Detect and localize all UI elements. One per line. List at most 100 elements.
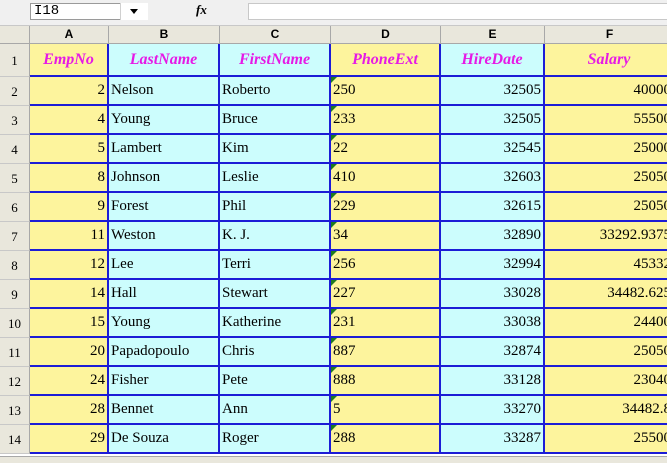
cell-phoneext[interactable]: 888 bbox=[331, 367, 441, 396]
cell-phoneext[interactable]: 5 bbox=[331, 396, 441, 425]
cell-firstname[interactable]: K. J. bbox=[220, 222, 331, 251]
cell-firstname[interactable]: Stewart bbox=[220, 280, 331, 309]
cell-hiredate[interactable]: 32505 bbox=[441, 77, 545, 106]
cell-salary[interactable]: 25000 bbox=[545, 135, 667, 164]
row-header[interactable]: 12 bbox=[0, 367, 30, 396]
cell-hiredate[interactable]: 32615 bbox=[441, 193, 545, 222]
cell-firstname[interactable]: Phil bbox=[220, 193, 331, 222]
cell-empno[interactable]: 28 bbox=[30, 396, 109, 425]
column-header-d[interactable]: D bbox=[331, 26, 441, 44]
header-cell-empno[interactable]: EmpNo bbox=[30, 44, 109, 77]
cell-hiredate[interactable]: 33028 bbox=[441, 280, 545, 309]
cell-lastname[interactable]: Fisher bbox=[109, 367, 220, 396]
cell-empno[interactable]: 29 bbox=[30, 425, 109, 454]
cell-phoneext[interactable]: 229 bbox=[331, 193, 441, 222]
column-header-c[interactable]: C bbox=[220, 26, 331, 44]
cell-salary[interactable]: 45332 bbox=[545, 251, 667, 280]
row-header[interactable]: 5 bbox=[0, 164, 30, 193]
row-header[interactable]: 14 bbox=[0, 425, 30, 454]
cell-empno[interactable]: 2 bbox=[30, 77, 109, 106]
cell-salary[interactable]: 34482.625 bbox=[545, 280, 667, 309]
row-header[interactable]: 6 bbox=[0, 193, 30, 222]
cell-empno[interactable]: 5 bbox=[30, 135, 109, 164]
cell-salary[interactable]: 25050 bbox=[545, 193, 667, 222]
column-header-b[interactable]: B bbox=[109, 26, 220, 44]
cell-phoneext[interactable]: 250 bbox=[331, 77, 441, 106]
cell-firstname[interactable]: Chris bbox=[220, 338, 331, 367]
cell-salary[interactable]: 40000 bbox=[545, 77, 667, 106]
cell-salary[interactable]: 25050 bbox=[545, 338, 667, 367]
cell-lastname[interactable]: Papadopoulo bbox=[109, 338, 220, 367]
cell-lastname[interactable]: Johnson bbox=[109, 164, 220, 193]
cell-phoneext[interactable]: 231 bbox=[331, 309, 441, 338]
header-cell-salary[interactable]: Salary bbox=[545, 44, 667, 77]
cell-salary[interactable]: 33292.9375 bbox=[545, 222, 667, 251]
header-cell-hiredate[interactable]: HireDate bbox=[441, 44, 545, 77]
cell-lastname[interactable]: Young bbox=[109, 106, 220, 135]
cell-empno[interactable]: 9 bbox=[30, 193, 109, 222]
cell-lastname[interactable]: Bennet bbox=[109, 396, 220, 425]
cell-phoneext[interactable]: 288 bbox=[331, 425, 441, 454]
cell-phoneext[interactable]: 887 bbox=[331, 338, 441, 367]
name-box-dropdown[interactable] bbox=[120, 3, 148, 20]
cell-hiredate[interactable]: 33287 bbox=[441, 425, 545, 454]
cell-phoneext[interactable]: 227 bbox=[331, 280, 441, 309]
cell-hiredate[interactable]: 33270 bbox=[441, 396, 545, 425]
cell-salary[interactable]: 25500 bbox=[545, 425, 667, 454]
cell-hiredate[interactable]: 32505 bbox=[441, 106, 545, 135]
cell-hiredate[interactable]: 32874 bbox=[441, 338, 545, 367]
cell-empno[interactable]: 15 bbox=[30, 309, 109, 338]
column-header-a[interactable]: A bbox=[30, 26, 109, 44]
cell-lastname[interactable]: Young bbox=[109, 309, 220, 338]
cell-phoneext[interactable]: 34 bbox=[331, 222, 441, 251]
cell-empno[interactable]: 24 bbox=[30, 367, 109, 396]
cell-hiredate[interactable]: 33038 bbox=[441, 309, 545, 338]
column-header-f[interactable]: F bbox=[545, 26, 667, 44]
cell-firstname[interactable]: Bruce bbox=[220, 106, 331, 135]
cell-hiredate[interactable]: 32890 bbox=[441, 222, 545, 251]
cell-hiredate[interactable]: 32603 bbox=[441, 164, 545, 193]
cell-salary[interactable]: 24400 bbox=[545, 309, 667, 338]
cell-lastname[interactable]: Forest bbox=[109, 193, 220, 222]
header-cell-firstname[interactable]: FirstName bbox=[220, 44, 331, 77]
row-header[interactable]: 1 bbox=[0, 44, 30, 77]
cell-salary[interactable]: 34482.8 bbox=[545, 396, 667, 425]
header-cell-lastname[interactable]: LastName bbox=[109, 44, 220, 77]
row-header[interactable]: 7 bbox=[0, 222, 30, 251]
column-header-e[interactable]: E bbox=[441, 26, 545, 44]
row-header[interactable]: 2 bbox=[0, 77, 30, 106]
cell-empno[interactable]: 20 bbox=[30, 338, 109, 367]
cell-phoneext[interactable]: 233 bbox=[331, 106, 441, 135]
cell-lastname[interactable]: De Souza bbox=[109, 425, 220, 454]
cell-lastname[interactable]: Weston bbox=[109, 222, 220, 251]
cell-hiredate[interactable]: 33128 bbox=[441, 367, 545, 396]
row-header[interactable]: 11 bbox=[0, 338, 30, 367]
cell-lastname[interactable]: Nelson bbox=[109, 77, 220, 106]
cell-hiredate[interactable]: 32545 bbox=[441, 135, 545, 164]
row-header[interactable]: 9 bbox=[0, 280, 30, 309]
cell-empno[interactable]: 4 bbox=[30, 106, 109, 135]
cell-firstname[interactable]: Roberto bbox=[220, 77, 331, 106]
cell-lastname[interactable]: Lee bbox=[109, 251, 220, 280]
cell-phoneext[interactable]: 22 bbox=[331, 135, 441, 164]
cell-hiredate[interactable]: 32994 bbox=[441, 251, 545, 280]
cell-phoneext[interactable]: 410 bbox=[331, 164, 441, 193]
cell-firstname[interactable]: Ann bbox=[220, 396, 331, 425]
cell-firstname[interactable]: Kim bbox=[220, 135, 331, 164]
cell-firstname[interactable]: Terri bbox=[220, 251, 331, 280]
cell-empno[interactable]: 12 bbox=[30, 251, 109, 280]
cell-firstname[interactable]: Katherine bbox=[220, 309, 331, 338]
formula-input[interactable] bbox=[248, 3, 667, 20]
cell-empno[interactable]: 8 bbox=[30, 164, 109, 193]
cell-lastname[interactable]: Lambert bbox=[109, 135, 220, 164]
row-header[interactable]: 10 bbox=[0, 309, 30, 338]
row-header[interactable]: 8 bbox=[0, 251, 30, 280]
cell-salary[interactable]: 25050 bbox=[545, 164, 667, 193]
cell-salary[interactable]: 55500 bbox=[545, 106, 667, 135]
cell-firstname[interactable]: Roger bbox=[220, 425, 331, 454]
row-header[interactable]: 13 bbox=[0, 396, 30, 425]
row-header[interactable]: 3 bbox=[0, 106, 30, 135]
cell-firstname[interactable]: Leslie bbox=[220, 164, 331, 193]
fx-icon[interactable]: fx bbox=[196, 2, 207, 18]
cell-phoneext[interactable]: 256 bbox=[331, 251, 441, 280]
